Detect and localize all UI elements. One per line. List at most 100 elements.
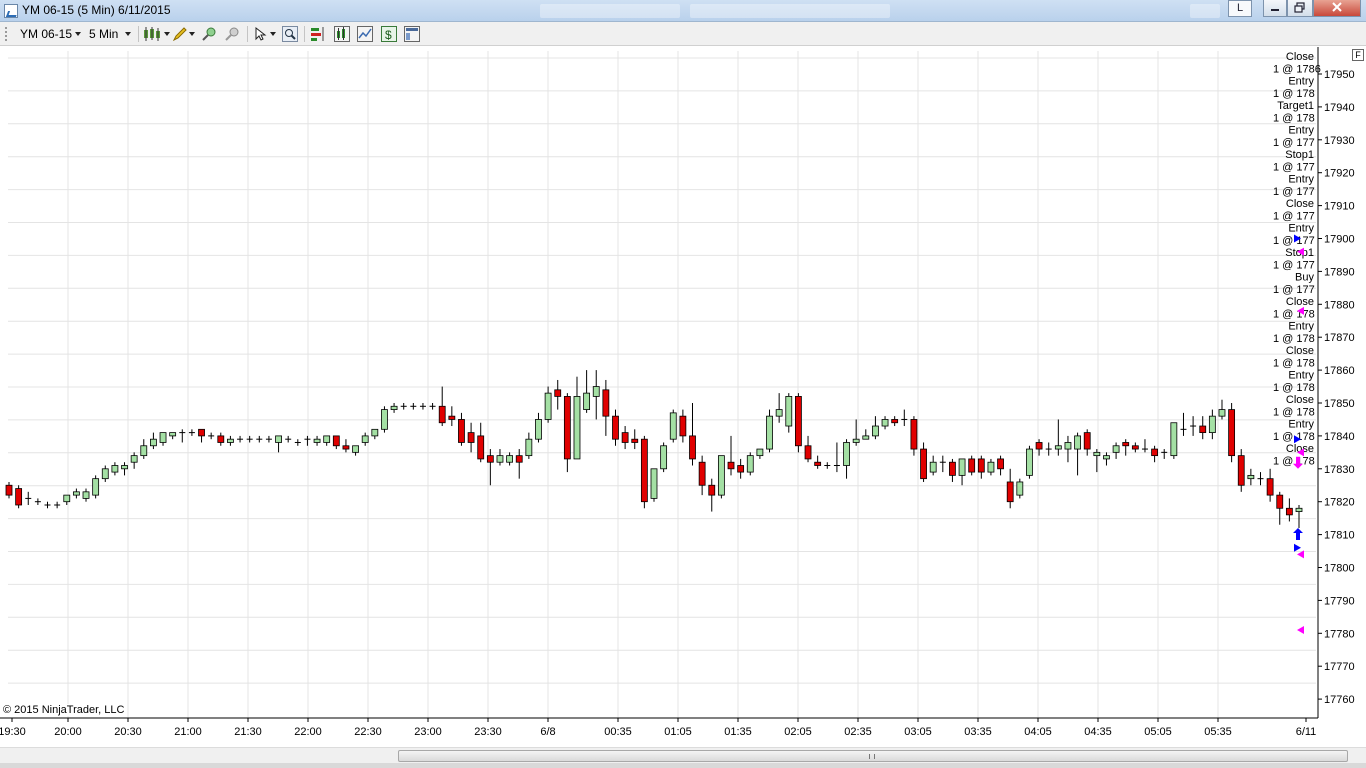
candle-body-down (891, 419, 899, 424)
toolbar-grip[interactable] (5, 27, 7, 41)
background-window-ghost (1190, 4, 1220, 18)
candle-body-up (987, 461, 995, 473)
candle (746, 452, 754, 476)
candle-body-up (746, 455, 754, 473)
candle-body-up (756, 448, 764, 457)
candle-body-down (1276, 494, 1284, 509)
candle-body-down (612, 415, 619, 440)
execution-label: Entry (1288, 419, 1314, 431)
candle-body-up (573, 396, 581, 460)
candlestick-chart[interactable]: 17950 17940 17930 17920 17910 17900 17890 17880… (0, 47, 1366, 747)
window-title: YM 06-15 (5 Min) 6/11/2015 (22, 3, 171, 17)
execution-label: 1 @ 177 (1273, 259, 1315, 271)
candle-body-down (1228, 409, 1236, 457)
candle-body-down (515, 455, 523, 463)
y-axis-label: 17920 (1324, 168, 1355, 180)
link-button[interactable]: L (1228, 0, 1252, 17)
candle-body-up (650, 468, 658, 499)
copyright-label: © 2015 NinjaTrader, LLC (3, 704, 125, 716)
y-axis-label: 17880 (1324, 299, 1355, 311)
candle-body-up (766, 415, 773, 450)
candle-body-up (159, 432, 167, 443)
candle (1026, 445, 1033, 479)
candle-body-up (1170, 422, 1178, 457)
x-axis-label: 01:05 (664, 726, 692, 738)
execution-label: Buy (1295, 272, 1314, 284)
candle-body-down (640, 438, 648, 503)
x-axis-label: 04:05 (1024, 726, 1052, 738)
candle-body-down (1122, 442, 1130, 447)
properties-icon[interactable] (404, 26, 420, 42)
execution-label: 1 @ 178 (1273, 308, 1315, 320)
horizontal-scrollbar[interactable] (0, 747, 1366, 763)
svg-text:$: $ (385, 28, 392, 42)
close-button[interactable] (1313, 0, 1361, 17)
candle-body-up (381, 409, 388, 430)
candle-body-up (592, 386, 600, 397)
y-axis-label: 17950 (1324, 69, 1355, 81)
x-axis-label: 22:30 (354, 726, 382, 738)
x-axis-label: 05:05 (1144, 726, 1172, 738)
execution-label: Entry (1288, 370, 1314, 382)
drawing-dropdown-icon[interactable] (189, 32, 195, 36)
candle-body-down (621, 432, 629, 443)
candle-body-down (968, 458, 976, 473)
candle-body-down (1151, 448, 1158, 457)
instrument-selector[interactable]: YM 06-15 (20, 27, 72, 41)
candle (1237, 449, 1245, 492)
candle (717, 455, 725, 499)
execution-label: 1 @ 178 (1273, 382, 1315, 394)
cursor-icon[interactable] (253, 26, 269, 42)
data-box-icon[interactable] (357, 26, 373, 42)
dollar-icon[interactable]: $ (381, 26, 397, 42)
execution-label: Close (1286, 198, 1314, 210)
candle-body-up (717, 455, 725, 496)
zoom-out-icon[interactable] (224, 26, 240, 42)
title-bar[interactable]: YM 06-15 (5 Min) 6/11/2015 L (0, 0, 1366, 22)
scrollbar-thumb[interactable] (398, 750, 1348, 762)
restore-button[interactable] (1287, 0, 1313, 17)
execution-label: 1 @ 178 (1273, 333, 1315, 345)
interval-dropdown-icon[interactable] (125, 32, 131, 36)
instrument-dropdown-icon[interactable] (75, 32, 81, 36)
price-chart-panel[interactable]: 17950 17940 17930 17920 17910 17900 17890 17880… (0, 47, 1366, 747)
zoom-in-icon[interactable] (201, 26, 217, 42)
strategy-icon[interactable] (310, 26, 326, 42)
candle-body-down (737, 465, 745, 473)
candle-body-up (544, 392, 552, 420)
indicator-icon[interactable] (334, 26, 350, 42)
y-axis-label: 17860 (1324, 365, 1355, 377)
execution-label: 1 @ 178 (1273, 88, 1315, 100)
chart-style-icon[interactable] (143, 26, 163, 42)
candle-body-up (150, 438, 157, 447)
candle-body-down (631, 438, 639, 443)
candle-body-up (227, 438, 234, 443)
execution-label: 1 @ 178 (1273, 357, 1315, 369)
candle-body-down (554, 389, 562, 397)
execution-label: Stop1 (1285, 149, 1314, 161)
magnifier-icon[interactable] (282, 26, 298, 42)
execution-label: Entry (1288, 174, 1314, 186)
x-axis-label: 04:35 (1084, 726, 1112, 738)
cursor-dropdown-icon[interactable] (270, 32, 276, 36)
candle-body-up (1247, 474, 1255, 480)
candle-body-up (1016, 481, 1024, 496)
candle-body-down (679, 415, 687, 437)
candle-body-down (342, 445, 350, 450)
candle-body-down (198, 428, 205, 437)
chart-style-dropdown-icon[interactable] (164, 32, 170, 36)
panel-toggle-button[interactable]: F (1352, 49, 1364, 61)
x-axis-label: 19:30 (0, 726, 26, 738)
candle-body-up (92, 478, 100, 496)
candle-body-up (390, 405, 398, 410)
interval-selector[interactable]: 5 Min (89, 27, 118, 41)
restore-icon (1294, 2, 1305, 13)
x-axis-label: 00:35 (604, 726, 632, 738)
x-axis-label: 21:30 (234, 726, 262, 738)
candle-body-down (5, 484, 13, 496)
drawing-pencil-icon[interactable] (172, 26, 188, 42)
candle-body-up (140, 445, 148, 457)
minimize-button[interactable] (1263, 0, 1287, 17)
execution-label: 1 @ 178 (1273, 455, 1315, 467)
candle-body-up (506, 455, 513, 463)
